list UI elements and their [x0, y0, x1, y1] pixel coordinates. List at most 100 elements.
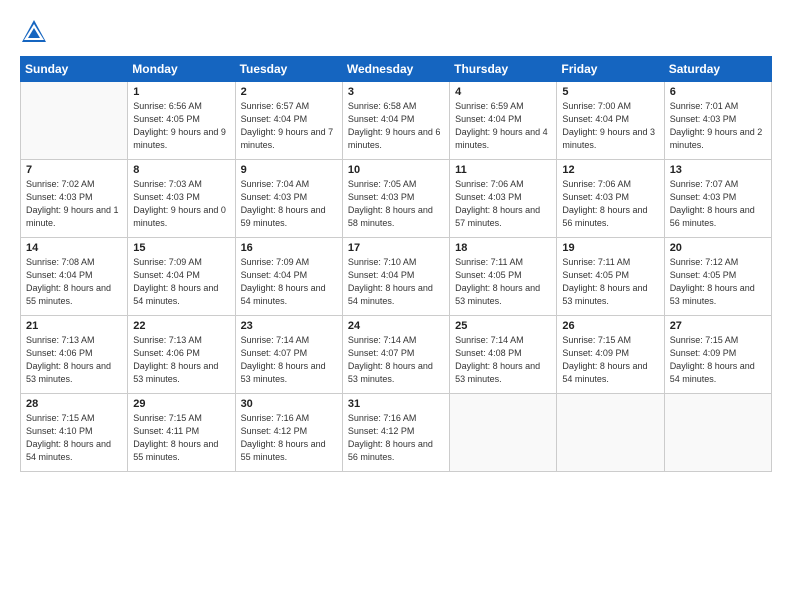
day-number: 3: [348, 86, 444, 98]
day-number: 14: [26, 242, 122, 254]
weekday-header-thursday: Thursday: [450, 57, 557, 82]
calendar-cell: 22 Sunrise: 7:13 AMSunset: 4:06 PMDayligh…: [128, 316, 235, 394]
day-number: 29: [133, 398, 229, 410]
calendar-cell: 28 Sunrise: 7:15 AMSunset: 4:10 PMDayligh…: [21, 394, 128, 472]
day-info: Sunrise: 7:11 AMSunset: 4:05 PMDaylight:…: [455, 256, 551, 308]
calendar-cell: 4Sunrise: 6:59 AMSunset: 4:04 PMDaylight…: [450, 82, 557, 160]
day-number: 21: [26, 320, 122, 332]
calendar-cell: 10Sunrise: 7:05 AMSunset: 4:03 PMDayligh…: [342, 160, 449, 238]
calendar-cell: 29 Sunrise: 7:15 AMSunset: 4:11 PMDayligh…: [128, 394, 235, 472]
calendar-cell: 25Sunrise: 7:14 AMSunset: 4:08 PMDayligh…: [450, 316, 557, 394]
calendar-cell: 20 Sunrise: 7:12 AMSunset: 4:05 PMDayligh…: [664, 238, 771, 316]
day-number: 17: [348, 242, 444, 254]
day-number: 27: [670, 320, 766, 332]
day-number: 26: [562, 320, 658, 332]
header: [20, 18, 772, 46]
day-number: 30: [241, 398, 337, 410]
day-info: Sunrise: 7:11 AMSunset: 4:05 PMDaylight:…: [562, 256, 658, 308]
logo-icon: [20, 18, 48, 46]
day-number: 9: [241, 164, 337, 176]
calendar-cell: 1 Sunrise: 6:56 AMSunset: 4:05 PMDaylight…: [128, 82, 235, 160]
calendar-cell: 19 Sunrise: 7:11 AMSunset: 4:05 PMDayligh…: [557, 238, 664, 316]
day-info: Sunrise: 7:14 AMSunset: 4:07 PMDaylight:…: [241, 334, 337, 386]
calendar-cell: 2 Sunrise: 6:57 AMSunset: 4:04 PMDaylight…: [235, 82, 342, 160]
calendar-cell: 17 Sunrise: 7:10 AMSunset: 4:04 PMDayligh…: [342, 238, 449, 316]
day-info: Sunrise: 7:13 AMSunset: 4:06 PMDaylight:…: [133, 334, 229, 386]
day-info: Sunrise: 7:14 AMSunset: 4:08 PMDaylight:…: [455, 334, 551, 386]
day-number: 11: [455, 164, 551, 176]
day-info: Sunrise: 7:06 AMSunset: 4:03 PMDaylight:…: [455, 178, 551, 230]
week-row-3: 14 Sunrise: 7:08 AMSunset: 4:04 PMDayligh…: [21, 238, 772, 316]
day-number: 19: [562, 242, 658, 254]
day-info: Sunrise: 7:16 AMSunset: 4:12 PMDaylight:…: [241, 412, 337, 464]
weekday-header-wednesday: Wednesday: [342, 57, 449, 82]
day-number: 15: [133, 242, 229, 254]
day-info: Sunrise: 7:05 AMSunset: 4:03 PMDaylight:…: [348, 178, 444, 230]
weekday-header-saturday: Saturday: [664, 57, 771, 82]
day-info: Sunrise: 6:57 AMSunset: 4:04 PMDaylight:…: [241, 100, 337, 152]
calendar-cell: 11 Sunrise: 7:06 AMSunset: 4:03 PMDayligh…: [450, 160, 557, 238]
day-number: 1: [133, 86, 229, 98]
day-number: 4: [455, 86, 551, 98]
day-info: Sunrise: 6:58 AMSunset: 4:04 PMDaylight:…: [348, 100, 444, 152]
calendar-cell: 8 Sunrise: 7:03 AMSunset: 4:03 PMDaylight…: [128, 160, 235, 238]
day-info: Sunrise: 7:07 AMSunset: 4:03 PMDaylight:…: [670, 178, 766, 230]
day-info: Sunrise: 6:56 AMSunset: 4:05 PMDaylight:…: [133, 100, 229, 152]
day-info: Sunrise: 7:16 AMSunset: 4:12 PMDaylight:…: [348, 412, 444, 464]
calendar-cell: 13Sunrise: 7:07 AMSunset: 4:03 PMDayligh…: [664, 160, 771, 238]
day-number: 8: [133, 164, 229, 176]
day-number: 2: [241, 86, 337, 98]
day-info: Sunrise: 7:08 AMSunset: 4:04 PMDaylight:…: [26, 256, 122, 308]
day-info: Sunrise: 7:01 AMSunset: 4:03 PMDaylight:…: [670, 100, 766, 152]
day-info: Sunrise: 7:12 AMSunset: 4:05 PMDaylight:…: [670, 256, 766, 308]
day-number: 7: [26, 164, 122, 176]
day-info: Sunrise: 7:15 AMSunset: 4:11 PMDaylight:…: [133, 412, 229, 464]
day-info: Sunrise: 7:04 AMSunset: 4:03 PMDaylight:…: [241, 178, 337, 230]
day-info: Sunrise: 7:15 AMSunset: 4:09 PMDaylight:…: [670, 334, 766, 386]
day-number: 6: [670, 86, 766, 98]
calendar-cell: 23 Sunrise: 7:14 AMSunset: 4:07 PMDayligh…: [235, 316, 342, 394]
calendar-cell: 15 Sunrise: 7:09 AMSunset: 4:04 PMDayligh…: [128, 238, 235, 316]
day-number: 28: [26, 398, 122, 410]
calendar-cell: 27 Sunrise: 7:15 AMSunset: 4:09 PMDayligh…: [664, 316, 771, 394]
calendar-cell: [21, 82, 128, 160]
calendar-cell: 26Sunrise: 7:15 AMSunset: 4:09 PMDayligh…: [557, 316, 664, 394]
week-row-5: 28 Sunrise: 7:15 AMSunset: 4:10 PMDayligh…: [21, 394, 772, 472]
day-number: 12: [562, 164, 658, 176]
day-number: 20: [670, 242, 766, 254]
day-info: Sunrise: 7:06 AMSunset: 4:03 PMDaylight:…: [562, 178, 658, 230]
calendar-cell: 30 Sunrise: 7:16 AMSunset: 4:12 PMDayligh…: [235, 394, 342, 472]
day-number: 22: [133, 320, 229, 332]
calendar-cell: 5Sunrise: 7:00 AMSunset: 4:04 PMDaylight…: [557, 82, 664, 160]
day-number: 24: [348, 320, 444, 332]
logo: [20, 18, 52, 46]
calendar-cell: 14 Sunrise: 7:08 AMSunset: 4:04 PMDayligh…: [21, 238, 128, 316]
calendar-cell: 9 Sunrise: 7:04 AMSunset: 4:03 PMDaylight…: [235, 160, 342, 238]
weekday-header-tuesday: Tuesday: [235, 57, 342, 82]
day-info: Sunrise: 7:09 AMSunset: 4:04 PMDaylight:…: [133, 256, 229, 308]
week-row-4: 21 Sunrise: 7:13 AMSunset: 4:06 PMDayligh…: [21, 316, 772, 394]
weekday-header-row: SundayMondayTuesdayWednesdayThursdayFrid…: [21, 57, 772, 82]
day-info: Sunrise: 7:10 AMSunset: 4:04 PMDaylight:…: [348, 256, 444, 308]
calendar-cell: 31 Sunrise: 7:16 AMSunset: 4:12 PMDayligh…: [342, 394, 449, 472]
calendar-cell: 3 Sunrise: 6:58 AMSunset: 4:04 PMDaylight…: [342, 82, 449, 160]
calendar-page: SundayMondayTuesdayWednesdayThursdayFrid…: [0, 0, 792, 612]
weekday-header-friday: Friday: [557, 57, 664, 82]
day-info: Sunrise: 7:14 AMSunset: 4:07 PMDaylight:…: [348, 334, 444, 386]
day-number: 23: [241, 320, 337, 332]
calendar-table: SundayMondayTuesdayWednesdayThursdayFrid…: [20, 56, 772, 472]
day-info: Sunrise: 7:15 AMSunset: 4:10 PMDaylight:…: [26, 412, 122, 464]
day-info: Sunrise: 7:13 AMSunset: 4:06 PMDaylight:…: [26, 334, 122, 386]
calendar-cell: 21 Sunrise: 7:13 AMSunset: 4:06 PMDayligh…: [21, 316, 128, 394]
day-number: 5: [562, 86, 658, 98]
calendar-cell: 6 Sunrise: 7:01 AMSunset: 4:03 PMDaylight…: [664, 82, 771, 160]
calendar-cell: 16Sunrise: 7:09 AMSunset: 4:04 PMDayligh…: [235, 238, 342, 316]
weekday-header-sunday: Sunday: [21, 57, 128, 82]
calendar-cell: [450, 394, 557, 472]
day-info: Sunrise: 7:03 AMSunset: 4:03 PMDaylight:…: [133, 178, 229, 230]
calendar-cell: [664, 394, 771, 472]
day-number: 18: [455, 242, 551, 254]
day-number: 31: [348, 398, 444, 410]
week-row-2: 7Sunrise: 7:02 AMSunset: 4:03 PMDaylight…: [21, 160, 772, 238]
calendar-cell: 12 Sunrise: 7:06 AMSunset: 4:03 PMDayligh…: [557, 160, 664, 238]
